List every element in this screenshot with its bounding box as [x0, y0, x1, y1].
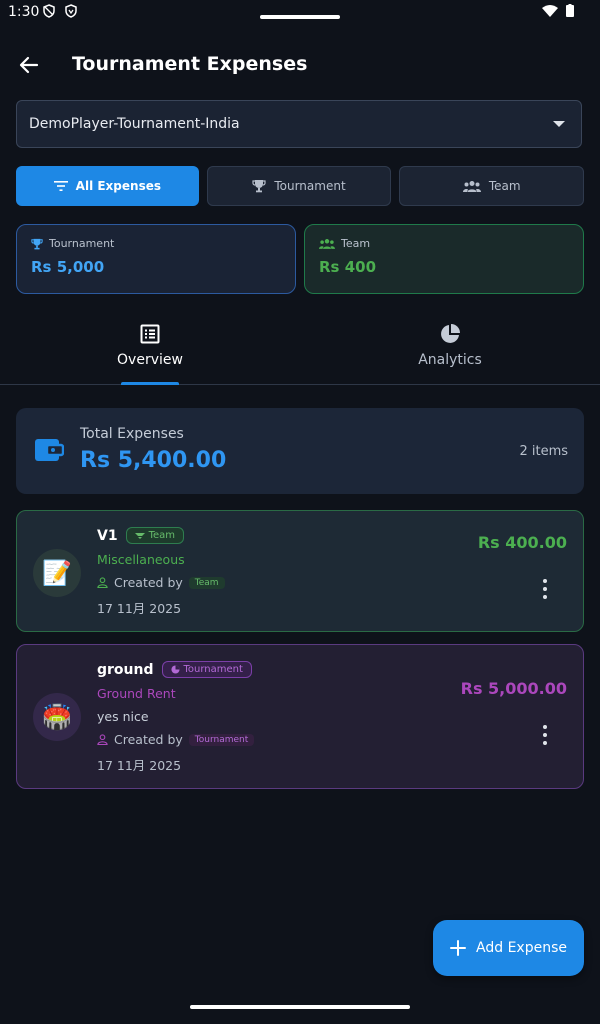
expense-details: ground Tournament Ground Rent yes nice C…: [97, 661, 255, 774]
expense-date: 17 11月 2025: [97, 601, 182, 616]
tournament-select[interactable]: DemoPlayer-Tournament-India: [16, 100, 582, 148]
wallet-icon: [35, 439, 64, 461]
camera-pill: [260, 15, 340, 19]
plus-icon: [450, 940, 467, 956]
trophy-icon: [252, 180, 266, 193]
group-icon: [319, 239, 335, 249]
tournament-select-value: DemoPlayer-Tournament-India: [29, 116, 240, 132]
expense-amount: Rs 5,000.00: [460, 679, 567, 698]
expense-title-row: ground Tournament: [97, 661, 254, 678]
home-indicator[interactable]: [190, 1005, 410, 1009]
tab-overview[interactable]: Overview: [0, 318, 300, 384]
expense-type-chip: Team: [125, 527, 185, 544]
created-by-chip: Tournament: [188, 733, 255, 746]
expense-category: Miscellaneous: [97, 552, 185, 567]
summary-label-row: Tournament: [31, 237, 281, 250]
total-expenses-value: Rs 5,400.00: [80, 448, 227, 473]
created-by-label: Created by: [114, 575, 183, 590]
caret-down-icon: [553, 121, 565, 127]
group-icon: [462, 181, 481, 192]
filter-all-expenses[interactable]: All Expenses: [16, 166, 199, 206]
filter-team[interactable]: Team: [399, 166, 585, 206]
tournament-badge-icon: [170, 665, 180, 674]
expense-name: ground: [97, 661, 154, 678]
expense-note: yes nice: [97, 709, 149, 724]
summary-cards: Tournament Rs 5,000 Team Rs 400: [16, 224, 584, 294]
tournament-total-value: Rs 5,000: [31, 258, 105, 276]
summary-label-row: Team: [319, 237, 569, 250]
team-summary-card: Team Rs 400: [304, 224, 584, 294]
expense-title-row: V1 Team: [97, 527, 225, 544]
created-by-label: Created by: [114, 732, 183, 747]
expense-amount: Rs 400.00: [477, 533, 567, 552]
list-alt-icon: [140, 324, 160, 344]
filter-tournament[interactable]: Tournament: [206, 166, 392, 206]
created-by-row: Created by Tournament: [97, 732, 255, 747]
tab-label: Analytics: [418, 352, 482, 368]
stadium-icon: 🏟️: [33, 693, 81, 741]
add-expense-button[interactable]: Add Expense: [433, 920, 584, 976]
expense-name: V1: [97, 527, 118, 544]
trophy-icon: [31, 238, 43, 249]
chip-label: Tournament: [183, 664, 243, 675]
app-bar: Tournament Expenses: [0, 40, 600, 90]
status-time: 1:30: [8, 4, 40, 20]
items-count: 2 items: [519, 444, 568, 459]
more-options-button[interactable]: [537, 579, 553, 599]
total-expenses-card: Total Expenses Rs 5,400.00 2 items: [16, 408, 584, 494]
expense-date: 17 11月 2025: [97, 758, 182, 773]
expense-card[interactable]: 🏟️ ground Tournament Ground Rent yes nic…: [16, 644, 584, 789]
chip-label: Team: [148, 530, 176, 541]
pie-chart-icon: [441, 324, 460, 343]
arrow-left-icon: [19, 56, 39, 74]
status-bar: 1:30: [0, 0, 600, 28]
status-system-icons: [542, 4, 574, 17]
status-notification-icons: [42, 4, 78, 18]
team-total-value: Rs 400: [319, 258, 377, 276]
add-expense-label: Add Expense: [476, 940, 567, 956]
expense-type-chip: Tournament: [161, 661, 252, 678]
tournament-summary-card: Tournament Rs 5,000: [16, 224, 296, 294]
filter-bar: All Expenses Tournament Team: [16, 166, 585, 208]
filter-list-icon: [53, 181, 68, 191]
summary-label: Tournament: [49, 237, 115, 250]
memo-icon: 📝: [33, 549, 81, 597]
filter-label: All Expenses: [75, 179, 161, 193]
summary-label: Team: [341, 237, 371, 250]
total-expenses-label: Total Expenses: [80, 426, 184, 442]
tab-analytics[interactable]: Analytics: [300, 318, 600, 384]
shield-icon: [43, 4, 55, 18]
expense-details: V1 Team Miscellaneous Created by Team 17…: [97, 527, 225, 617]
page-title: Tournament Expenses: [72, 53, 308, 75]
tab-indicator: [121, 382, 179, 385]
expense-category: Ground Rent: [97, 686, 176, 701]
back-button[interactable]: [16, 52, 42, 78]
created-by-row: Created by Team: [97, 575, 225, 590]
person-outline-icon: [97, 734, 108, 745]
filter-label: Team: [488, 179, 521, 193]
created-by-chip: Team: [188, 576, 225, 589]
tab-label: Overview: [117, 352, 183, 368]
more-options-button[interactable]: [537, 725, 553, 745]
tab-bar: Overview Analytics: [0, 318, 600, 385]
battery-icon: [566, 4, 574, 17]
expense-card[interactable]: 📝 V1 Team Miscellaneous Created by Team …: [16, 510, 584, 632]
person-outline-icon: [97, 577, 108, 588]
vpn-shield-icon: [65, 4, 77, 18]
filter-label: Tournament: [274, 179, 346, 193]
team-badge-icon: [134, 533, 145, 539]
wifi-icon: [542, 4, 558, 17]
